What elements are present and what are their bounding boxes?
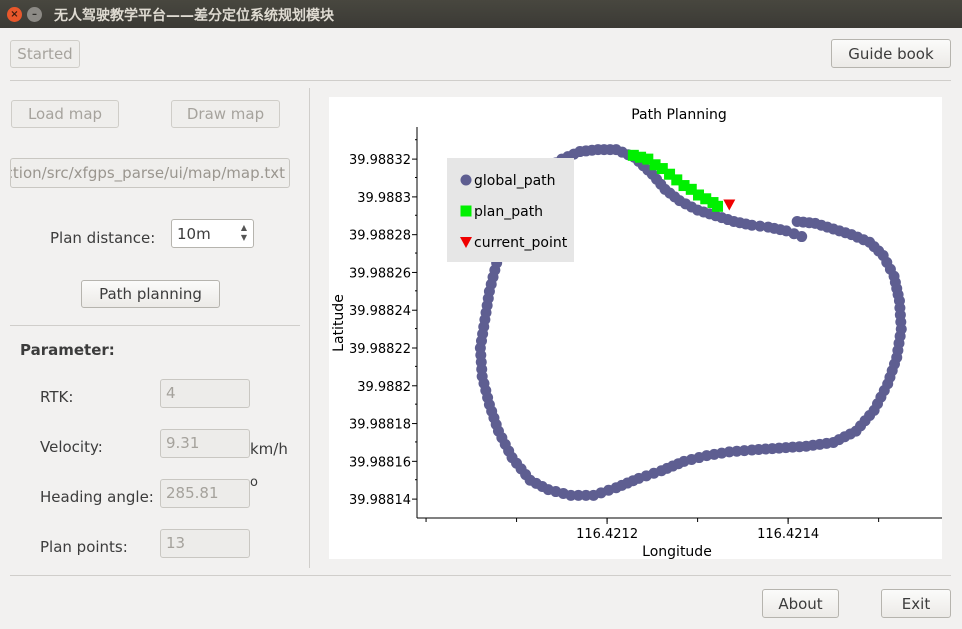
spin-arrows-icon[interactable]: ▲ ▼ — [241, 223, 247, 243]
heading-angle-field[interactable]: 285.81 — [160, 479, 250, 508]
rtk-label: RTK: — [40, 388, 74, 406]
y-axis-label: Latitude — [331, 294, 347, 352]
plan-points-field[interactable]: 13 — [160, 529, 250, 558]
rtk-field[interactable]: 4 — [160, 379, 250, 408]
legend-label-plan-path: plan_path — [474, 204, 543, 220]
y-tick-label: 39.9883 — [357, 191, 411, 206]
panel-divider — [309, 88, 310, 568]
guide-book-button[interactable]: Guide book — [831, 39, 951, 68]
current-point-point — [723, 199, 736, 211]
window-title: 无人驾驶教学平台——差分定位系统规划模块 — [54, 8, 334, 24]
plan-distance-spinbox[interactable]: 10m ▲ ▼ — [171, 219, 254, 248]
global-path-point — [791, 215, 803, 227]
x-axis-label: Longitude — [642, 544, 712, 559]
path-planning-chart: Path Planning 39.98814 39.98816 39.98818 39… — [331, 107, 942, 559]
map-path-text: ction/src/xfgps_parse/ui/map/map.txt — [10, 164, 285, 182]
plan-points-label: Plan points: — [40, 538, 128, 556]
legend-label-global-path: global_path — [474, 173, 556, 189]
plan-distance-value: 10m — [177, 225, 211, 243]
map-path-field[interactable]: ction/src/xfgps_parse/ui/map/map.txt — [10, 158, 290, 188]
y-tick-label: 39.98832 — [349, 153, 411, 168]
plan-path-point — [712, 200, 724, 212]
exit-button[interactable]: Exit — [881, 589, 951, 618]
y-tick-label: 39.9882 — [357, 380, 411, 395]
path-planning-plot[interactable]: Path Planning 39.98814 39.98816 39.98818 39… — [329, 97, 942, 559]
started-button[interactable]: Started — [10, 40, 80, 68]
velocity-unit: km/h — [250, 440, 288, 458]
legend-label-current-point: current_point — [474, 235, 568, 251]
title-bar: × – 无人驾驶教学平台——差分定位系统规划模块 — [0, 0, 962, 28]
chart-title: Path Planning — [631, 107, 727, 123]
minimize-icon[interactable]: – — [27, 7, 42, 22]
heading-angle-label: Heading angle: — [40, 488, 154, 506]
heading-unit: o — [250, 475, 258, 490]
legend-marker-plan-path — [460, 205, 472, 217]
close-icon[interactable]: × — [7, 7, 22, 22]
y-tick-label: 39.98828 — [349, 229, 411, 244]
velocity-field[interactable]: 9.31 — [160, 429, 250, 458]
about-button[interactable]: About — [762, 589, 839, 618]
y-tick-label: 39.98824 — [349, 304, 411, 319]
legend-marker-global-path — [460, 174, 472, 186]
load-map-button[interactable]: Load map — [11, 100, 119, 128]
y-tick-label: 39.98816 — [349, 455, 411, 470]
parameter-heading: Parameter: — [20, 341, 115, 359]
plan-distance-label: Plan distance: — [50, 229, 156, 247]
x-tick-label: 116.4214 — [757, 527, 819, 542]
y-tick-label: 39.98814 — [349, 493, 411, 508]
draw-map-button[interactable]: Draw map — [171, 100, 280, 128]
velocity-label: Velocity: — [40, 438, 103, 456]
top-divider — [10, 80, 951, 81]
bottom-divider — [10, 575, 951, 576]
parameter-divider — [10, 325, 300, 326]
y-tick-label: 39.98822 — [349, 342, 411, 357]
path-planning-button[interactable]: Path planning — [81, 280, 220, 308]
y-tick-label: 39.98826 — [349, 266, 411, 281]
y-tick-label: 39.98818 — [349, 418, 411, 433]
x-tick-label: 116.4212 — [576, 527, 638, 542]
